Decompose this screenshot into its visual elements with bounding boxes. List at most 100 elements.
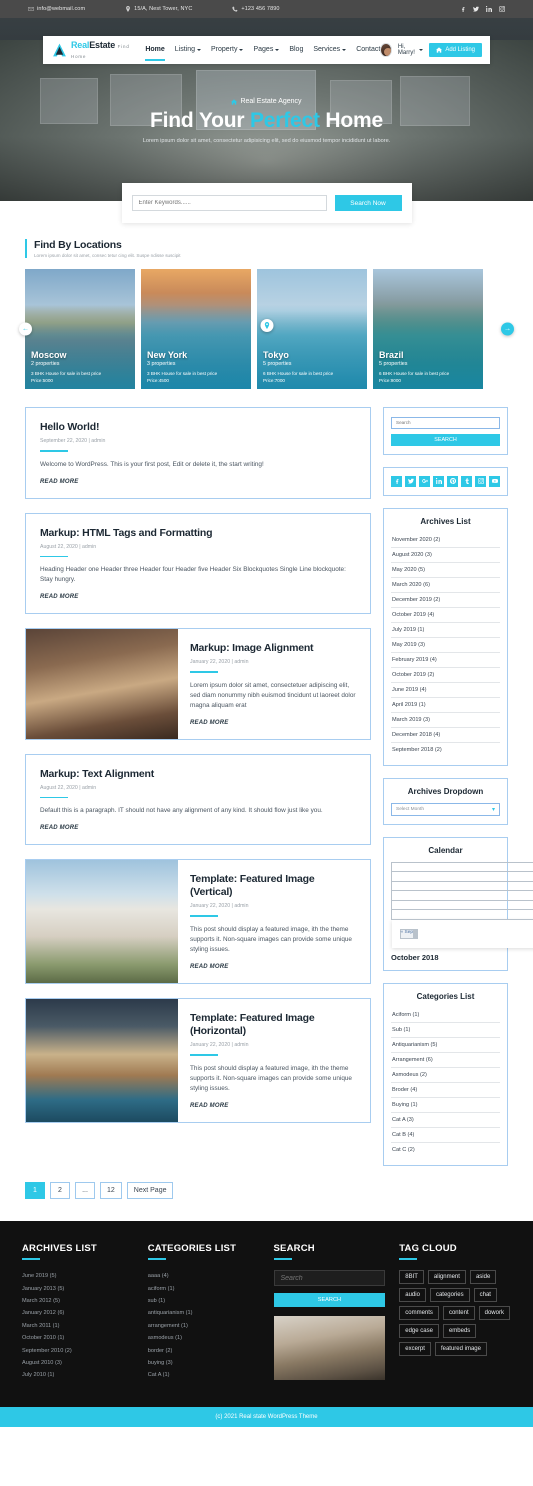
archive-item[interactable]: May 2020 (5): [391, 563, 500, 578]
calendar-day[interactable]: 1: [391, 871, 533, 882]
nav-item-blog[interactable]: Blog: [289, 46, 303, 54]
post-title[interactable]: Markup: HTML Tags and Formatting: [40, 527, 356, 540]
post-card[interactable]: Hello World! September 22, 2020 | admin …: [25, 407, 371, 499]
footer-category-item[interactable]: arrangement (1): [148, 1320, 260, 1332]
category-item[interactable]: Broder (4): [391, 1083, 500, 1099]
category-item[interactable]: Sub (1): [391, 1023, 500, 1039]
post-card[interactable]: Markup: HTML Tags and Formatting August …: [25, 512, 371, 615]
tag-item[interactable]: audio: [399, 1288, 426, 1303]
instagram-icon[interactable]: [475, 475, 486, 487]
footer-archive-item[interactable]: September 2010 (2): [22, 1344, 134, 1356]
nav-item-property[interactable]: Property: [211, 46, 244, 54]
read-more-link[interactable]: READ MORE: [40, 825, 356, 831]
search-now-button[interactable]: Search Now: [334, 195, 402, 211]
archive-item[interactable]: December 2018 (4): [391, 728, 500, 743]
nav-item-home[interactable]: Home: [145, 46, 166, 61]
archive-item[interactable]: September 2018 (2): [391, 743, 500, 757]
archive-item[interactable]: March 2020 (6): [391, 578, 500, 593]
calendar-day[interactable]: 15: [391, 890, 533, 901]
post-title[interactable]: Markup: Text Alignment: [40, 768, 356, 781]
tag-item[interactable]: chat: [473, 1288, 497, 1303]
carousel-next-button[interactable]: →: [501, 322, 514, 336]
read-more-link[interactable]: READ MORE: [40, 594, 356, 600]
archive-item[interactable]: December 2019 (2): [391, 593, 500, 608]
post-title[interactable]: Hello World!: [40, 421, 356, 434]
sidebar-search-input[interactable]: [391, 416, 500, 429]
footer-archive-item[interactable]: June 2019 (5): [22, 1270, 134, 1282]
archive-item[interactable]: October 2019 (4): [391, 608, 500, 623]
category-item[interactable]: Antiquarianism (5): [391, 1038, 500, 1054]
footer-category-item[interactable]: aciform (1): [148, 1282, 260, 1294]
post-title[interactable]: Template: Featured Image (Horizontal): [190, 1012, 358, 1038]
footer-archive-item[interactable]: July 2010 (1): [22, 1369, 134, 1381]
pagination-next-button[interactable]: Next Page: [126, 1182, 174, 1200]
post-card[interactable]: Markup: Text Alignment August 22, 2020 |…: [25, 753, 371, 846]
calendar-day[interactable]: 8: [391, 880, 533, 892]
footer-category-item[interactable]: buying (3): [148, 1357, 260, 1369]
nav-item-services[interactable]: Services: [313, 46, 347, 54]
read-more-link[interactable]: READ MORE: [190, 964, 358, 970]
archive-item[interactable]: June 2019 (4): [391, 683, 500, 698]
facebook-icon[interactable]: [460, 6, 466, 12]
footer-category-item[interactable]: aaaa (4): [148, 1270, 260, 1282]
category-item[interactable]: Cat A (3): [391, 1113, 500, 1129]
tag-item[interactable]: content: [442, 1306, 475, 1321]
post-card[interactable]: Template: Featured Image (Vertical) Janu…: [25, 859, 371, 984]
calendar-next-month-link[interactable]: [416, 929, 419, 939]
category-item[interactable]: Cat B (4): [391, 1128, 500, 1144]
location-card-moscow[interactable]: Moscow 2 properties 3 BHK House for sale…: [25, 269, 135, 389]
category-item[interactable]: Asmodeus (2): [391, 1068, 500, 1084]
category-item[interactable]: Buying (1): [391, 1098, 500, 1114]
post-card[interactable]: Template: Featured Image (Horizontal) Ja…: [25, 997, 371, 1123]
footer-archive-item[interactable]: October 2010 (1): [22, 1332, 134, 1344]
tag-item[interactable]: edge case: [399, 1324, 439, 1339]
twitter-icon[interactable]: [473, 6, 479, 12]
footer-category-item[interactable]: Cat A (1): [148, 1369, 260, 1381]
calendar-day[interactable]: 22: [391, 899, 533, 911]
category-item[interactable]: Aciform (1): [391, 1008, 500, 1024]
sidebar-search-button[interactable]: SEARCH: [391, 433, 500, 446]
search-input[interactable]: [131, 195, 327, 211]
post-card[interactable]: Markup: Image Alignment January 22, 2020…: [25, 628, 371, 740]
archive-item[interactable]: August 2020 (3): [391, 548, 500, 563]
tumblr-icon[interactable]: [461, 475, 472, 487]
tag-item[interactable]: 8BIT: [399, 1270, 424, 1285]
footer-archive-item[interactable]: August 2010 (3): [22, 1357, 134, 1369]
pinterest-icon[interactable]: [447, 475, 458, 487]
archive-item[interactable]: July 2019 (1): [391, 623, 500, 638]
category-item[interactable]: Cat C (2): [391, 1143, 500, 1157]
nav-item-contact[interactable]: Contact: [356, 46, 380, 54]
linkedin-icon[interactable]: [486, 6, 492, 12]
tag-item[interactable]: alignment: [427, 1270, 466, 1285]
pagination-page-1[interactable]: 1: [25, 1182, 45, 1200]
carousel-prev-button[interactable]: ←: [19, 322, 32, 336]
location-card-tokyo[interactable]: Tokyo 5 properties 6 BHK House for sale …: [257, 269, 367, 389]
read-more-link[interactable]: READ MORE: [190, 1103, 358, 1109]
tag-item[interactable]: aside: [469, 1270, 497, 1285]
footer-archive-item[interactable]: January 2012 (6): [22, 1307, 134, 1319]
pagination-page-2[interactable]: 2: [50, 1182, 70, 1200]
tag-item[interactable]: embeds: [442, 1324, 477, 1339]
topbar-email[interactable]: info@webmail.com: [28, 6, 85, 12]
archive-item[interactable]: October 2019 (2): [391, 668, 500, 683]
read-more-link[interactable]: READ MORE: [40, 479, 356, 485]
google-plus-icon[interactable]: [419, 475, 430, 487]
twitter-icon[interactable]: [405, 475, 416, 487]
post-title[interactable]: Markup: Image Alignment: [190, 642, 358, 655]
map-marker-badge[interactable]: [260, 319, 273, 332]
post-title[interactable]: Template: Featured Image (Vertical): [190, 873, 358, 899]
footer-archive-item[interactable]: March 2011 (1): [22, 1320, 134, 1332]
facebook-icon[interactable]: [391, 475, 402, 487]
archive-item[interactable]: March 2019 (3): [391, 713, 500, 728]
archive-item[interactable]: April 2019 (1): [391, 698, 500, 713]
user-menu[interactable]: Hi, Marry!: [398, 44, 424, 56]
tag-item[interactable]: excerpt: [399, 1342, 431, 1357]
footer-search-button[interactable]: SEARCH: [273, 1293, 386, 1308]
footer-archive-item[interactable]: March 2012 (5): [22, 1295, 134, 1307]
location-card-brazil[interactable]: Brazil 5 properties 6 BHK House for sale…: [373, 269, 483, 389]
archive-item[interactable]: May 2019 (3): [391, 638, 500, 653]
calendar-prev-month-link[interactable]: « Sep: [399, 929, 415, 939]
footer-category-item[interactable]: border (2): [148, 1344, 260, 1356]
archive-item[interactable]: February 2019 (4): [391, 653, 500, 668]
topbar-phone[interactable]: +123 456 7890: [232, 6, 279, 12]
